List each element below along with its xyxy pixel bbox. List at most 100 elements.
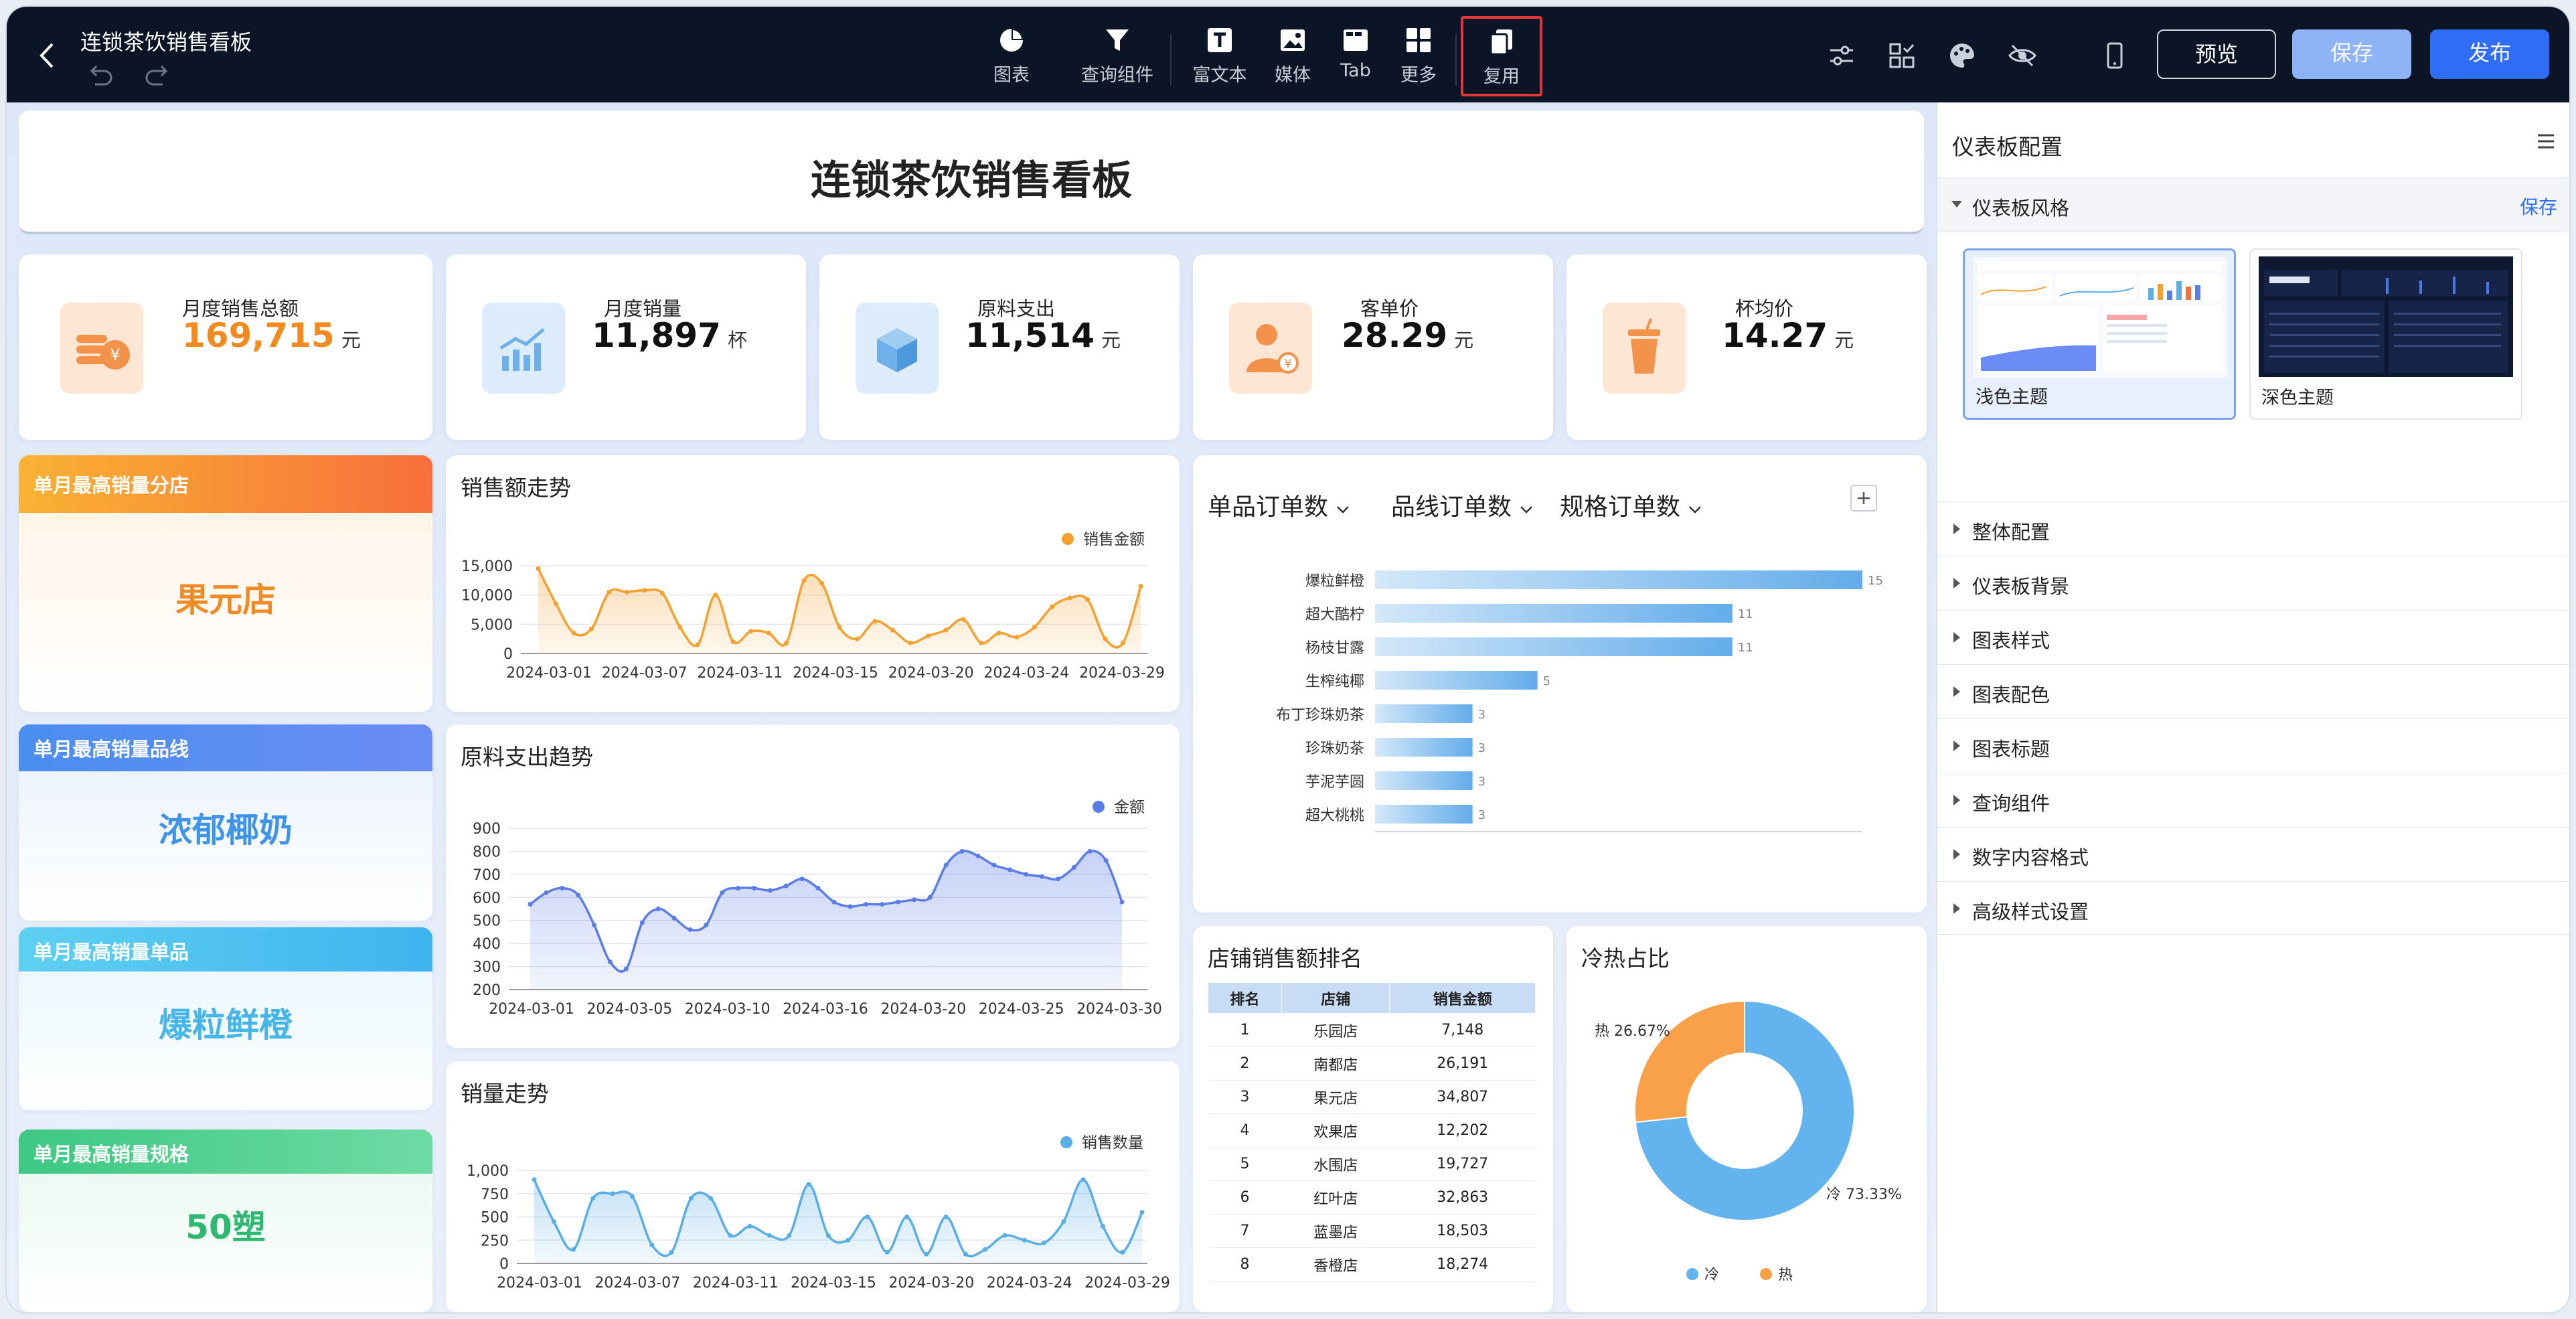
svg-text:¥: ¥ <box>1284 357 1291 371</box>
data-point <box>1055 876 1060 882</box>
top-item-card[interactable]: 单月最高销量单品 爆粒鲜橙 <box>19 927 432 1110</box>
data-point <box>1121 640 1126 645</box>
tool-rich-text[interactable]: 富文本 <box>1180 25 1260 92</box>
data-point <box>708 1196 714 1201</box>
accordion-label: 高级样式设置 <box>1972 901 2089 923</box>
accordion-overall[interactable]: 整体配置 <box>1937 501 2569 555</box>
column-header[interactable]: 销售金额 <box>1389 982 1536 1014</box>
menu-icon[interactable] <box>2535 131 2557 152</box>
data-point <box>961 617 966 622</box>
caret-right-icon <box>1953 524 1960 534</box>
data-label: 11 <box>1738 607 1753 621</box>
tool-chart[interactable]: 图表 <box>975 25 1048 92</box>
ranking-card[interactable]: 店铺销售额排名 排名 店铺 销售金额 1 乐园店 7,148 2 南都店 26,191 … <box>1193 926 1553 1312</box>
kpi-card-avg-cup[interactable]: 杯均价 14.27 元 <box>1566 254 1927 440</box>
mobile-icon[interactable] <box>2099 40 2130 71</box>
data-point <box>610 1191 615 1196</box>
preview-button[interactable]: 预览 <box>2157 29 2276 79</box>
trend-chart-icon <box>482 303 565 394</box>
accordion-number-format[interactable]: 数字内容格式 <box>1937 827 2569 880</box>
bar <box>1375 570 1862 589</box>
undo-icon[interactable] <box>87 64 114 88</box>
accordion-chart-colors[interactable]: 图表配色 <box>1937 664 2569 718</box>
back-arrow-icon[interactable] <box>33 39 60 72</box>
sales-trend-card[interactable]: 销售额走势 销售金额 0 5,000 10,000 15,000 2024-03-01 2… <box>446 455 1180 712</box>
palette-icon[interactable] <box>1947 40 1978 71</box>
x-tick-label: 2024-03-24 <box>983 665 1069 682</box>
data-point <box>1040 874 1045 879</box>
table-row: 1 乐园店 7,148 <box>1208 1013 1536 1047</box>
hot-cold-card[interactable]: 冷热占比 冷 73.33% 热 26.67% 冷热 <box>1566 926 1927 1312</box>
redo-icon[interactable] <box>144 64 171 88</box>
data-label: 15 <box>1868 574 1883 588</box>
theme-label: 浅色主题 <box>1976 387 2048 408</box>
data-point <box>607 959 613 965</box>
data-point <box>991 862 997 868</box>
accordion-label: 图表标题 <box>1972 738 2050 761</box>
x-tick-label: 2024-03-10 <box>685 1001 771 1018</box>
tool-query[interactable]: 查询组件 <box>1074 25 1161 92</box>
order-bar-card[interactable]: 单品订单数 品线订单数 规格订单数 爆粒鲜橙 15 超大酷柠 11 杨枝甘露 11 生榨纯椰… <box>1193 455 1927 913</box>
style-section-header[interactable]: 仪表板风格 保存 <box>1937 177 2569 232</box>
accordion-query[interactable]: 查询组件 <box>1937 773 2569 826</box>
category-label: 爆粒鲜橙 <box>1305 573 1364 590</box>
y-tick-label: 900 <box>473 821 501 838</box>
accordion-advanced[interactable]: 高级样式设置 <box>1937 881 2569 935</box>
bar <box>1375 637 1733 656</box>
slice-label: 冷 73.33% <box>1826 1186 1902 1203</box>
section-label: 仪表板风格 <box>1972 197 2070 220</box>
top-line-card[interactable]: 单月最高销量品线 浓郁椰奶 <box>19 724 432 921</box>
x-tick-label: 2024-03-01 <box>497 1275 582 1292</box>
kpi-card-avg-order[interactable]: ¥ 客单价 28.29 元 <box>1193 254 1553 440</box>
accordion-background[interactable]: 仪表板背景 <box>1937 556 2569 609</box>
data-point <box>736 886 741 891</box>
data-point <box>1103 636 1108 641</box>
data-point <box>671 915 677 921</box>
dashboard-banner[interactable]: 连锁茶饮销售看板 <box>19 110 1924 234</box>
y-tick-label: 10,000 <box>461 588 513 605</box>
app-window: 连锁茶饮销售看板 图表 查询组件 富文本 媒体 Tab 更多 复用 预览 保存 … <box>7 7 2569 1312</box>
data-point <box>1120 1249 1125 1255</box>
caret-right-icon <box>1953 849 1960 860</box>
data-point <box>695 642 700 647</box>
accordion-chart-style[interactable]: 图表样式 <box>1937 610 2569 664</box>
hide-eye-icon[interactable] <box>2007 40 2038 71</box>
data-point <box>659 591 665 596</box>
tab-icon <box>1344 29 1368 51</box>
accordion-chart-title[interactable]: 图表标题 <box>1937 718 2569 772</box>
data-point <box>1139 1210 1145 1215</box>
column-header[interactable]: 店铺 <box>1281 982 1390 1014</box>
tool-reuse[interactable]: 复用 <box>1461 16 1542 96</box>
data-point <box>649 1242 655 1247</box>
y-tick-label: 400 <box>473 936 501 953</box>
data-point <box>544 890 549 895</box>
data-point <box>642 588 647 593</box>
y-tick-label: 1,000 <box>467 1163 509 1180</box>
kpi-card-material[interactable]: 原料支出 11,514 元 <box>819 254 1180 440</box>
top-spec-card[interactable]: 单月最高销量规格 50塑 <box>19 1130 432 1312</box>
theme-light[interactable]: 浅色主题 <box>1963 248 2236 420</box>
caret-down-icon <box>1951 201 1962 208</box>
data-point <box>629 1194 635 1199</box>
publish-button[interactable]: 发布 <box>2430 29 2549 79</box>
style-save-link[interactable]: 保存 <box>2520 193 2557 220</box>
column-header[interactable]: 排名 <box>1207 982 1283 1014</box>
material-trend-card[interactable]: 原料支出趋势 金额 200 300 400 500 600 700 800 900 2024-0… <box>446 724 1180 1048</box>
box-icon <box>856 303 939 394</box>
layout-check-icon[interactable] <box>1886 40 1917 71</box>
data-point <box>1050 604 1055 609</box>
dashboard-title: 连锁茶饮销售看板 <box>811 157 1132 204</box>
theme-label: 深色主题 <box>2261 388 2334 408</box>
top-store-card[interactable]: 单月最高销量分店 果元店 <box>19 455 432 712</box>
settings-sliders-icon[interactable] <box>1826 40 1857 71</box>
kpi-card-volume[interactable]: 月度销量 11,897 杯 <box>446 254 806 440</box>
data-point <box>837 625 842 630</box>
legend-label: 热 <box>1778 1267 1793 1284</box>
tool-more[interactable]: 更多 <box>1382 25 1455 92</box>
accordion-label: 数字内容格式 <box>1972 846 2089 869</box>
theme-dark[interactable]: 深色主题 <box>2249 248 2522 420</box>
volume-trend-card[interactable]: 销量走势 销售数量 0 250 500 750 1,000 2024-03-01 2024-… <box>446 1061 1180 1312</box>
save-button[interactable]: 保存 <box>2292 29 2411 79</box>
light-theme-thumbnail <box>1973 257 2227 378</box>
kpi-card-sales[interactable]: ¥ 月度销售总额 169,715 元 <box>19 254 432 440</box>
